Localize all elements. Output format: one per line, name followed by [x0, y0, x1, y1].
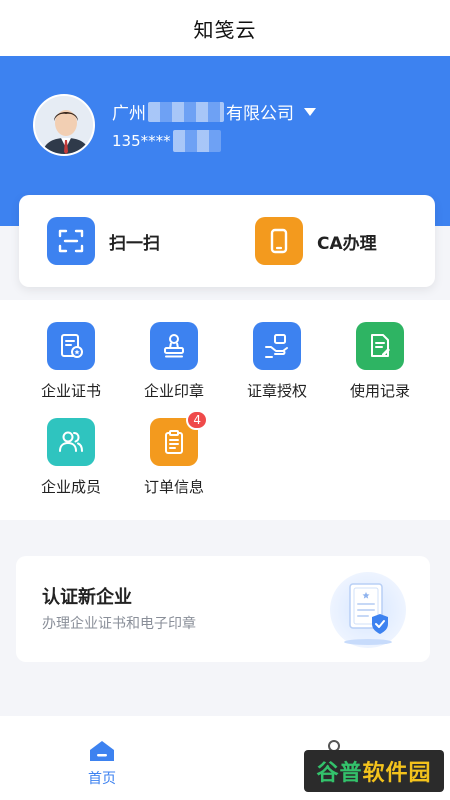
home-icon: [90, 741, 114, 761]
grid-item-enterprise-certificate[interactable]: 企业证书: [21, 322, 121, 401]
grid-label: 企业印章: [143, 382, 204, 400]
members-icon: [47, 418, 95, 466]
grid-label: 证章授权: [246, 382, 307, 400]
scan-button[interactable]: 扫一扫: [19, 195, 227, 287]
redacted-mosaic: [172, 130, 221, 152]
feature-grid: 企业证书 企业印章 证章授权 使用记录 企业成员 4 订单信息: [0, 300, 450, 520]
avatar[interactable]: [33, 94, 95, 156]
phone-device-icon: [255, 217, 303, 265]
tab-home[interactable]: 首页: [88, 740, 116, 788]
redacted-mosaic: [148, 101, 224, 122]
stamp-icon: [150, 322, 198, 370]
phone-number: 135****: [112, 132, 171, 150]
company-selector[interactable]: 广州 有限公司: [112, 99, 316, 124]
certify-new-enterprise-card[interactable]: 认证新企业 办理企业证书和电子印章: [16, 556, 430, 662]
scan-label: 扫一扫: [109, 233, 160, 254]
phone-number-row: 135****: [112, 130, 221, 152]
watermark-logo: 谷普 软件园: [304, 750, 444, 792]
dropdown-caret-icon[interactable]: [304, 107, 316, 116]
company-name-suffix: 有限公司: [226, 104, 294, 124]
watermark-text-part2: 软件园: [362, 761, 432, 786]
ca-apply-label: CA办理: [317, 233, 377, 254]
grid-item-order-info[interactable]: 4 订单信息: [124, 410, 224, 497]
promo-title: 认证新企业: [42, 587, 132, 608]
promo-subtitle: 办理企业证书和电子印章: [42, 616, 196, 632]
company-name-prefix: 广州: [112, 104, 146, 124]
certificate-shield-illustration-icon: [330, 572, 406, 648]
grid-label: 企业成员: [40, 478, 101, 496]
certificate-icon: [47, 322, 95, 370]
title-bar: 知笺云: [0, 0, 450, 56]
app-title: 知笺云: [193, 17, 257, 42]
record-icon: [356, 322, 404, 370]
authorize-hand-icon: [253, 322, 301, 370]
grid-item-enterprise-seal[interactable]: 企业印章: [124, 322, 224, 401]
tab-home-label: 首页: [88, 771, 116, 787]
grid-item-seal-authorization[interactable]: 证章授权: [227, 322, 327, 401]
order-icon: 4: [150, 410, 208, 466]
notification-badge: 4: [186, 410, 208, 430]
grid-label: 订单信息: [143, 478, 204, 496]
ca-apply-button[interactable]: CA办理: [227, 195, 435, 287]
grid-label: 企业证书: [40, 382, 101, 400]
grid-item-usage-records[interactable]: 使用记录: [330, 322, 430, 401]
quick-actions-card: 扫一扫 CA办理: [19, 195, 435, 287]
grid-label: 使用记录: [349, 382, 410, 400]
grid-item-enterprise-members[interactable]: 企业成员: [21, 418, 121, 497]
scan-icon: [47, 217, 95, 265]
watermark-text-part1: 谷普: [316, 761, 363, 786]
